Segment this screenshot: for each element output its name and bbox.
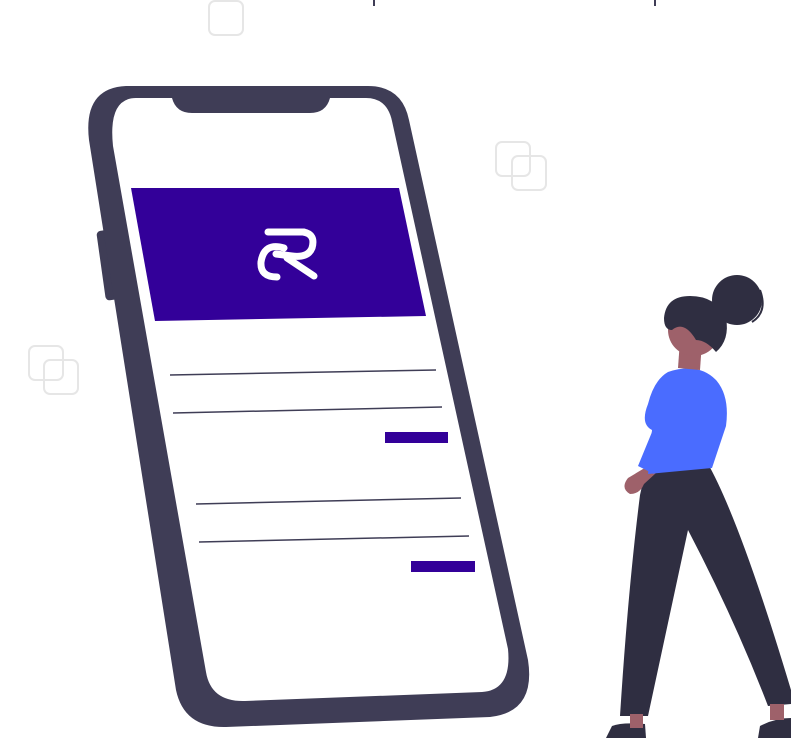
- shoe: [758, 718, 791, 738]
- accent-bar: [385, 432, 448, 443]
- ankle: [770, 704, 784, 720]
- person-figure: [606, 275, 791, 738]
- pants: [620, 462, 791, 716]
- smartphone: [88, 86, 530, 728]
- onboarding-illustration: [28, 0, 791, 738]
- cropped-marks: [373, 0, 656, 6]
- overlapping-squares-icon: [28, 345, 79, 395]
- hair-bun: [712, 275, 762, 325]
- accent-bar: [411, 561, 475, 572]
- decorative-square-icon: [208, 0, 244, 36]
- overlapping-squares-icon: [495, 141, 547, 191]
- ankle: [630, 714, 643, 728]
